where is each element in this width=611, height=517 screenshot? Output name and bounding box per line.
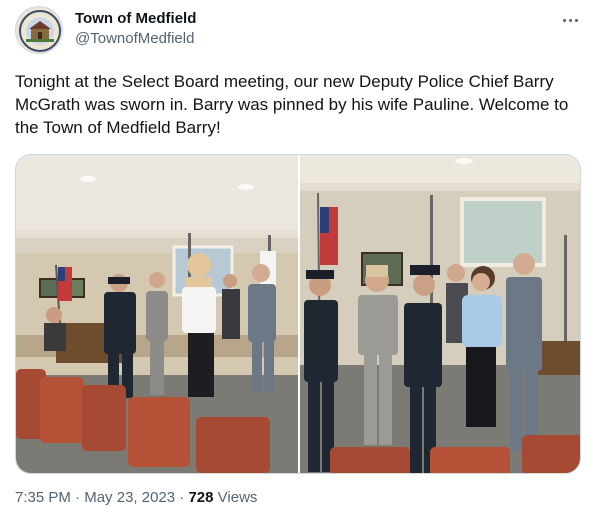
tweet-time[interactable]: 7:35 PM: [15, 489, 71, 506]
swearing-in-photo[interactable]: [16, 155, 298, 473]
media-grid: [15, 154, 581, 474]
views-label: Views: [217, 489, 258, 506]
meta-separator-2: ·: [179, 489, 185, 506]
meta-separator: ·: [75, 489, 81, 506]
tweet: Town of Medfield @TownofMedfield Tonight…: [0, 0, 611, 517]
tweet-date[interactable]: May 23, 2023: [84, 489, 175, 506]
account-handle[interactable]: @TownofMedfield: [75, 30, 194, 48]
tweet-text: Tonight at the Select Board meeting, our…: [15, 72, 569, 137]
town-seal-icon[interactable]: [15, 6, 63, 54]
more-dots-icon[interactable]: [556, 8, 584, 32]
account-name[interactable]: Town of Medfield: [75, 10, 196, 28]
pinning-photo[interactable]: [300, 155, 580, 473]
views-count[interactable]: 728: [188, 489, 213, 506]
tweet-meta: 7:35 PM · May 23, 2023 · 728 Views: [15, 489, 257, 507]
